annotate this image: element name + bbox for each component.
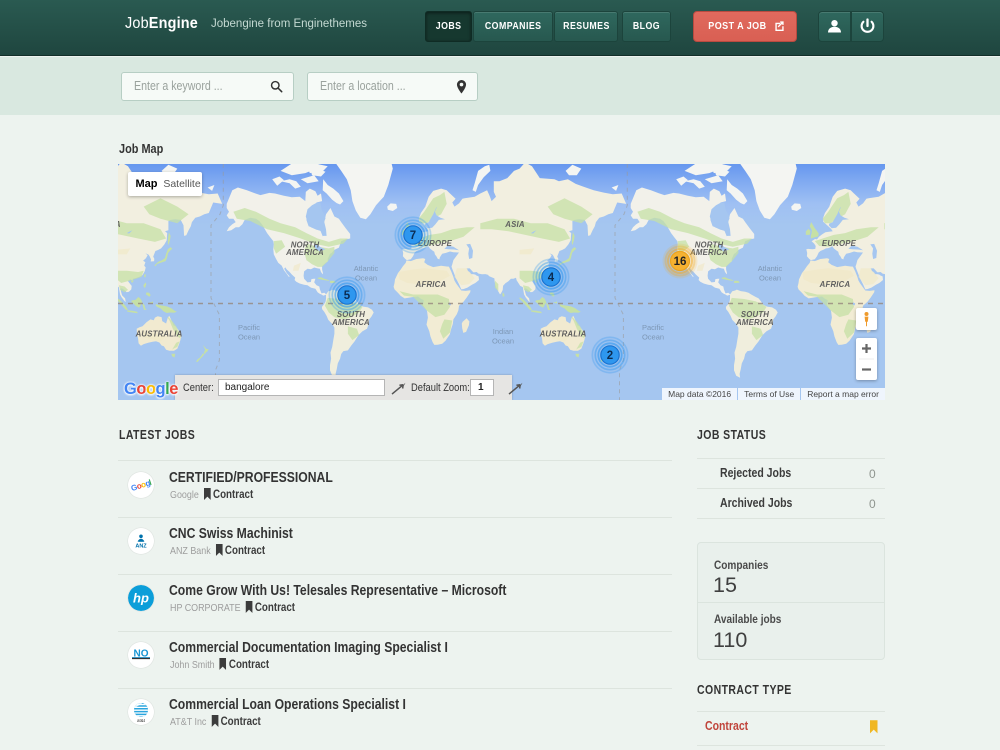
svg-text:4: 4 xyxy=(548,272,555,284)
svg-text:5: 5 xyxy=(344,290,351,302)
svg-text:7: 7 xyxy=(410,230,416,242)
svg-text:2: 2 xyxy=(607,350,613,362)
svg-text:16: 16 xyxy=(674,256,687,268)
svg-text:hp: hp xyxy=(133,591,149,606)
svg-text:at&t: at&t xyxy=(137,718,146,723)
svg-text:ANZ: ANZ xyxy=(135,544,147,550)
